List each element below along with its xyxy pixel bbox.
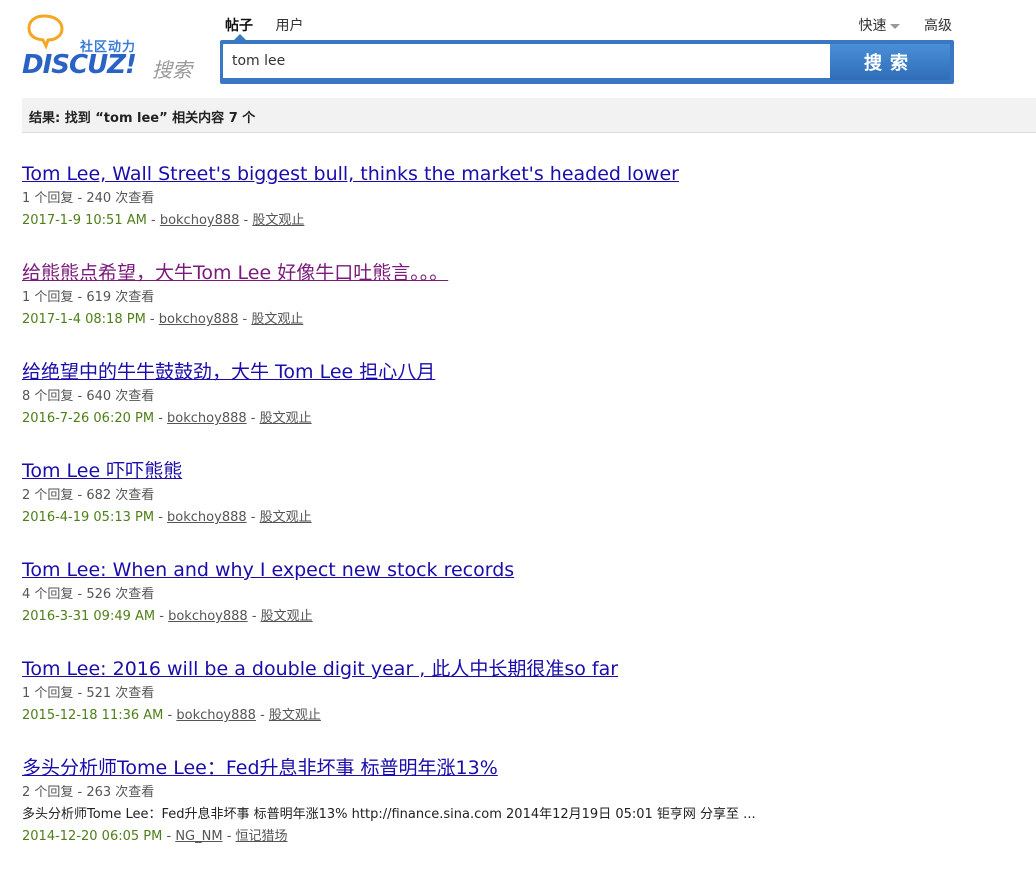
- result-author-link[interactable]: bokchoy888: [168, 609, 248, 624]
- result-author-link[interactable]: bokchoy888: [167, 510, 247, 525]
- result-title-link[interactable]: Tom Lee, Wall Street's biggest bull, thi…: [22, 160, 1022, 188]
- result-forum-link[interactable]: 股文观止: [252, 213, 304, 228]
- result-date: 2014-12-20 06:05 PM: [22, 829, 163, 844]
- search-button[interactable]: 搜索: [830, 44, 950, 80]
- result-stats: 1 个回复 - 240 次查看: [22, 191, 155, 206]
- result-stats: 1 个回复 - 521 次查看: [22, 686, 155, 701]
- result-date: 2015-12-18 11:36 AM: [22, 708, 164, 723]
- search-input[interactable]: [223, 44, 832, 78]
- tab-users[interactable]: 用户: [275, 15, 303, 35]
- result-date: 2017-1-4 08:18 PM: [22, 312, 146, 327]
- result-date: 2016-4-19 05:13 PM: [22, 510, 155, 525]
- result-date: 2016-7-26 06:20 PM: [22, 411, 155, 426]
- result-date: 2016-3-31 09:49 AM: [22, 609, 156, 624]
- list-item: Tom Lee: When and why I expect new stock…: [22, 556, 1022, 655]
- result-date: 2017-1-9 10:51 AM: [22, 213, 147, 228]
- result-summary-bar: 结果: 找到 “tom lee” 相关内容 7 个: [22, 98, 1036, 133]
- result-title-link[interactable]: 给绝望中的牛牛鼓鼓劲，大牛 Tom Lee 担心八月: [22, 358, 1022, 386]
- result-info: 2016-4-19 05:13 PM - bokchoy888 - 股文观止: [22, 510, 312, 525]
- result-summary: 结果: 找到 “tom lee” 相关内容 7 个: [29, 111, 256, 126]
- result-forum-link[interactable]: 恒记猎场: [236, 829, 288, 844]
- logo-search-label: 搜索: [152, 58, 192, 82]
- result-author-link[interactable]: bokchoy888: [176, 708, 256, 723]
- list-item: 给熊熊点希望，大牛Tom Lee 好像牛口吐熊言。。。 1 个回复 - 619 …: [22, 259, 1022, 358]
- quick-dropdown[interactable]: 快速: [859, 15, 900, 35]
- result-title-link[interactable]: 给熊熊点希望，大牛Tom Lee 好像牛口吐熊言。。。: [22, 259, 1022, 287]
- tab-posts[interactable]: 帖子: [225, 15, 253, 35]
- result-title-link[interactable]: 多头分析师Tome Lee：Fed升息非坏事 标普明年涨13%: [22, 754, 1022, 782]
- result-info: 2016-7-26 06:20 PM - bokchoy888 - 股文观止: [22, 411, 312, 426]
- result-forum-link[interactable]: 股文观止: [251, 312, 303, 327]
- result-author-link[interactable]: bokchoy888: [167, 411, 247, 426]
- quick-label: 快速: [858, 18, 887, 34]
- advanced-search-link[interactable]: 高级: [924, 15, 952, 35]
- discuz-logo[interactable]: 社区动力 DISCUZ! 搜索: [22, 12, 202, 82]
- result-stats: 4 个回复 - 526 次查看: [22, 587, 155, 602]
- list-item: 给绝望中的牛牛鼓鼓劲，大牛 Tom Lee 担心八月 8 个回复 - 640 次…: [22, 358, 1022, 457]
- search-type-tabs: 帖子 用户: [225, 15, 321, 35]
- logo-wordmark: DISCUZ!: [22, 50, 137, 80]
- result-title-link[interactable]: Tom Lee: 2016 will be a double digit yea…: [22, 655, 1022, 683]
- list-item: Tom Lee, Wall Street's biggest bull, thi…: [22, 160, 1022, 259]
- result-title-link[interactable]: Tom Lee: When and why I expect new stock…: [22, 556, 1022, 584]
- result-forum-link[interactable]: 股文观止: [260, 411, 312, 426]
- result-forum-link[interactable]: 股文观止: [260, 510, 312, 525]
- result-info: 2017-1-9 10:51 AM - bokchoy888 - 股文观止: [22, 213, 305, 228]
- search-bar: 搜索: [220, 40, 954, 84]
- result-info: 2014-12-20 06:05 PM - NG_NM - 恒记猎场: [22, 829, 288, 844]
- list-item: Tom Lee 吓吓熊熊 2 个回复 - 682 次查看 2016-4-19 0…: [22, 457, 1022, 556]
- list-item: Tom Lee: 2016 will be a double digit yea…: [22, 655, 1022, 754]
- result-author-link[interactable]: NG_NM: [175, 829, 222, 844]
- result-forum-link[interactable]: 股文观止: [261, 609, 313, 624]
- chevron-down-icon: [889, 23, 900, 29]
- result-stats: 8 个回复 - 640 次查看: [22, 389, 155, 404]
- result-title-link[interactable]: Tom Lee 吓吓熊熊: [22, 457, 1022, 485]
- list-item: 多头分析师Tome Lee：Fed升息非坏事 标普明年涨13% 2 个回复 - …: [22, 754, 1022, 853]
- result-info: 2016-3-31 09:49 AM - bokchoy888 - 股文观止: [22, 609, 313, 624]
- result-author-link[interactable]: bokchoy888: [159, 312, 239, 327]
- results-list: Tom Lee, Wall Street's biggest bull, thi…: [22, 160, 1022, 853]
- result-snippet: 多头分析师Tome Lee：Fed升息非坏事 标普明年涨13% http://f…: [22, 807, 756, 822]
- result-stats: 1 个回复 - 619 次查看: [22, 290, 155, 305]
- result-forum-link[interactable]: 股文观止: [269, 708, 321, 723]
- result-stats: 2 个回复 - 263 次查看: [22, 785, 155, 800]
- result-info: 2017-1-4 08:18 PM - bokchoy888 - 股文观止: [22, 312, 304, 327]
- result-stats: 2 个回复 - 682 次查看: [22, 488, 155, 503]
- result-info: 2015-12-18 11:36 AM - bokchoy888 - 股文观止: [22, 708, 321, 723]
- result-author-link[interactable]: bokchoy888: [160, 213, 240, 228]
- top-links: 快速 高级: [839, 15, 952, 35]
